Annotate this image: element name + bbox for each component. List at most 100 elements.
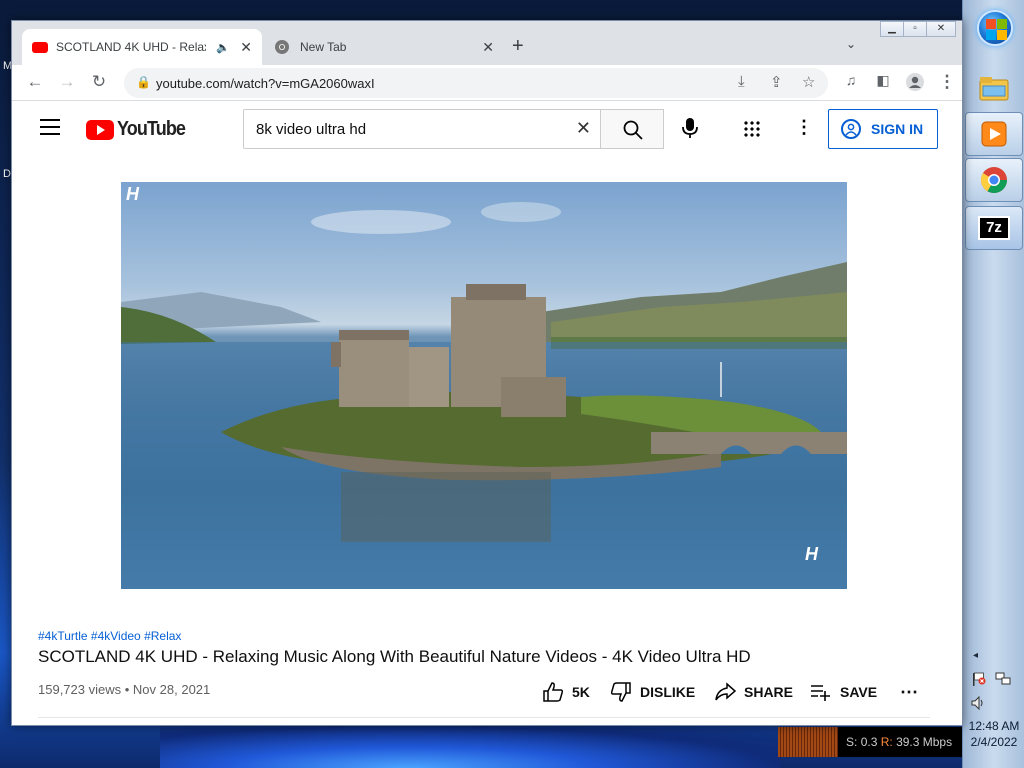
taskbar-chrome-button[interactable]	[965, 158, 1023, 202]
minimize-icon[interactable]: ▁	[880, 21, 904, 37]
browser-toolbar: ← → ↻ 🔒 youtube.com/watch?v=mGA2060waxI …	[12, 65, 962, 101]
settings-more-icon[interactable]: ⋮	[795, 117, 813, 138]
bookmark-star-icon[interactable]: ☆	[802, 73, 815, 91]
youtube-wordmark: YouTube	[117, 118, 186, 140]
windows-logo-green	[997, 19, 1007, 29]
chrome-window: SCOTLAND 4K UHD - Relaxing Music 🔈 ✕ New…	[11, 20, 963, 726]
user-circle-icon	[841, 119, 861, 139]
dislike-label: DISLIKE	[640, 684, 696, 700]
upload-date: Nov 28, 2021	[132, 682, 211, 697]
network-monitor-widget: S: 0.3 R: 39.3 Mbps	[778, 727, 962, 757]
clock-time: 12:48 AM	[968, 719, 1020, 733]
thumbs-up-icon	[543, 682, 564, 702]
sign-in-label: SIGN IN	[871, 121, 924, 137]
windows-logo-red	[986, 19, 996, 29]
audio-playing-icon[interactable]: 🔈	[216, 41, 230, 54]
divider	[38, 717, 930, 718]
url-text[interactable]: youtube.com/watch?v=mGA2060waxI	[156, 76, 375, 91]
back-arrow-icon[interactable]: ←	[24, 72, 46, 92]
clear-search-icon[interactable]: ✕	[576, 118, 591, 139]
tab-title: New Tab	[300, 40, 347, 54]
taskbar-7zip-button[interactable]: 7z	[965, 206, 1023, 250]
reload-icon[interactable]: ↻	[88, 72, 110, 92]
network-icon[interactable]	[995, 672, 1011, 686]
save-label: SAVE	[840, 684, 878, 700]
share-arrow-icon	[715, 682, 736, 701]
send-label: S:	[846, 735, 858, 749]
youtube-header: YouTube 8k video ultra hd ✕ ⋮ SIGN IN	[12, 102, 962, 158]
tab-youtube[interactable]: SCOTLAND 4K UHD - Relaxing Music 🔈 ✕	[22, 29, 262, 65]
playlist-add-icon	[811, 685, 830, 701]
desktop-icon-label-fragment[interactable]: D	[3, 168, 11, 180]
dislike-button[interactable]: DISLIKE	[610, 682, 695, 702]
7zip-icon: 7z	[978, 216, 1010, 240]
video-frame-scene	[121, 202, 847, 589]
channel-watermark-bottom: H	[805, 544, 818, 564]
view-count: 159,723 views	[38, 682, 122, 697]
recv-label: R:	[880, 735, 893, 749]
close-tab-icon[interactable]: ✕	[482, 39, 494, 56]
folder-icon	[979, 77, 1009, 101]
share-page-icon[interactable]: ⇪	[770, 73, 783, 91]
window-controls: ▁ ▫ ✕	[880, 21, 956, 37]
taskbar-explorer-button[interactable]	[965, 66, 1023, 110]
search-input[interactable]: 8k video ultra hd ✕	[243, 109, 601, 149]
search-icon	[623, 120, 643, 140]
volume-icon[interactable]	[971, 695, 987, 711]
media-control-icon[interactable]: ♫	[840, 72, 862, 88]
thumbs-down-icon	[610, 682, 631, 702]
youtube-page: YouTube 8k video ultra hd ✕ ⋮ SIGN IN H …	[12, 102, 962, 725]
taskbar-media-player-button[interactable]	[965, 112, 1023, 156]
youtube-play-icon	[86, 119, 114, 140]
meta-separator: •	[124, 682, 133, 697]
chrome-icon	[980, 167, 1008, 194]
tab-new-tab[interactable]: New Tab ✕	[264, 29, 504, 65]
tab-search-chevron-icon[interactable]: ⌄	[846, 37, 856, 51]
like-button[interactable]: 5K	[542, 682, 590, 702]
video-hashtags[interactable]: #4kTurtle #4kVideo #Relax	[38, 629, 181, 643]
search-query-text[interactable]: 8k video ultra hd	[256, 121, 366, 138]
restore-icon[interactable]: ▫	[903, 21, 927, 37]
channel-watermark-top: H	[126, 184, 139, 204]
close-tab-icon[interactable]: ✕	[240, 39, 252, 56]
start-button[interactable]	[977, 10, 1013, 46]
like-count: 5K	[572, 684, 590, 700]
video-meta: 159,723 views • Nov 28, 2021	[38, 682, 210, 697]
microphone-icon	[682, 118, 698, 138]
hamburger-menu-icon[interactable]	[40, 119, 60, 135]
search-button[interactable]	[600, 109, 664, 149]
tray-expand-icon[interactable]: ◂	[973, 650, 989, 664]
side-panel-icon[interactable]: ◧	[872, 72, 894, 89]
voice-search-button[interactable]	[680, 116, 700, 145]
clock-date: 2/4/2022	[970, 735, 1018, 749]
video-title: SCOTLAND 4K UHD - Relaxing Music Along W…	[38, 647, 751, 666]
youtube-favicon	[32, 41, 48, 53]
new-tab-plus-icon[interactable]: +	[512, 35, 524, 58]
youtube-logo[interactable]: YouTube	[86, 118, 193, 141]
sign-in-button[interactable]: SIGN IN	[828, 109, 938, 149]
taskbar: 7z ◂ 12:48 AM 2/4/2022	[962, 0, 1024, 768]
network-graph	[778, 727, 838, 757]
lock-icon[interactable]: 🔒	[136, 75, 151, 89]
windows-logo-yellow	[997, 30, 1007, 40]
install-app-icon[interactable]: ⤓	[738, 73, 745, 90]
windows-logo-blue	[986, 30, 996, 40]
network-speed-readout: S: 0.3 R: 39.3 Mbps	[846, 735, 952, 749]
share-label: SHARE	[744, 684, 794, 700]
send-value: 0.3	[860, 735, 878, 749]
save-button[interactable]: SAVE	[810, 682, 877, 702]
chrome-menu-icon[interactable]: ⋮	[936, 72, 958, 92]
tab-title: SCOTLAND 4K UHD - Relaxing Music	[56, 40, 206, 54]
address-bar[interactable]: 🔒 youtube.com/watch?v=mGA2060waxI ⤓ ⇪ ☆	[124, 68, 828, 98]
recv-value: 39.3 Mbps	[896, 735, 953, 749]
profile-avatar-icon[interactable]	[904, 72, 926, 97]
share-button[interactable]: SHARE	[714, 682, 793, 702]
clock[interactable]: 12:48 AM 2/4/2022	[963, 718, 1024, 750]
apps-grid-icon[interactable]	[743, 120, 761, 138]
video-player[interactable]: H H	[121, 182, 847, 589]
close-window-icon[interactable]: ✕	[926, 21, 956, 37]
forward-arrow-icon[interactable]: →	[56, 72, 78, 92]
tab-strip: SCOTLAND 4K UHD - Relaxing Music 🔈 ✕ New…	[12, 21, 962, 65]
more-actions-icon[interactable]: ⋯	[900, 682, 918, 703]
action-center-flag-icon[interactable]	[971, 672, 987, 686]
